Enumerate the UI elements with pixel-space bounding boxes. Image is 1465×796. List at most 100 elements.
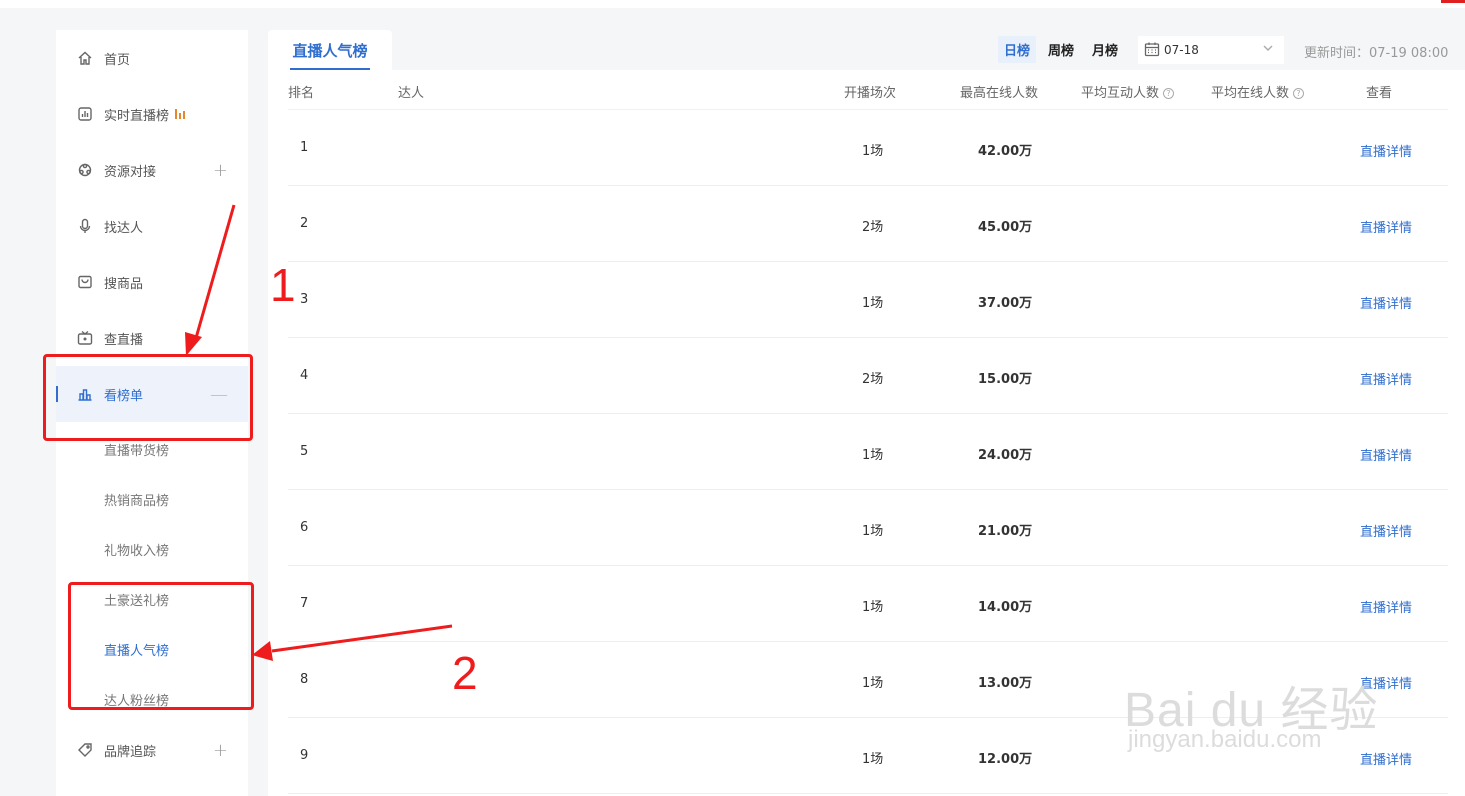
live-details-link[interactable]: 直播详情 xyxy=(1360,673,1412,692)
rank-cell: 4 xyxy=(300,368,309,383)
live-details-link[interactable]: 直播详情 xyxy=(1360,293,1412,312)
update-time: 更新时间：07-19 08:00 xyxy=(1304,46,1449,61)
sidebar-item-home[interactable]: 首页 xyxy=(56,30,248,86)
column-header-influencer[interactable]: 达人 xyxy=(398,82,424,101)
date-value: 07-18 xyxy=(1164,43,1199,57)
column-header-avg-interact[interactable]: 平均互动人数? xyxy=(1081,82,1175,101)
sidebar-item-find-influencer[interactable]: 找达人 xyxy=(56,198,248,254)
column-header-peak-online[interactable]: 最高在线人数 xyxy=(960,82,1038,101)
tab-monthly[interactable]: 月榜 xyxy=(1086,36,1124,63)
sidebar-item-label: 资源对接 xyxy=(104,164,157,180)
rank-cell: 8 xyxy=(300,672,309,687)
table-row: 5 1场 24.00万 直播详情 xyxy=(288,414,1448,490)
sessions-cell: 1场 xyxy=(862,752,884,767)
sidebar-item-label: 查直播 xyxy=(104,332,144,348)
ranking-table: 排名 达人 开播场次 最高在线人数 平均互动人数? 平均在线人数? 查看 1 1… xyxy=(268,70,1465,796)
tab-daily[interactable]: 日榜 xyxy=(998,36,1037,63)
sidebar-subitem-gift-income[interactable]: 礼物收入榜 xyxy=(104,524,244,574)
chevron-down-icon xyxy=(1262,42,1274,57)
sidebar-item-live-ranking[interactable]: 实时直播榜 xyxy=(56,86,248,142)
calendar-icon xyxy=(1144,41,1160,60)
period-tabs: 日榜 周榜 月榜 xyxy=(998,36,1124,63)
live-details-link[interactable]: 直播详情 xyxy=(1360,445,1412,464)
tv-icon xyxy=(76,329,94,347)
home-icon xyxy=(76,49,94,67)
peak-online-cell: 45.00万 xyxy=(978,220,1033,235)
date-picker[interactable]: 07-18 xyxy=(1138,36,1284,64)
table-row: 3 1场 37.00万 直播详情 xyxy=(288,262,1448,338)
rank-cell: 5 xyxy=(300,444,309,459)
live-details-link[interactable]: 直播详情 xyxy=(1360,217,1412,236)
sessions-cell: 1场 xyxy=(862,600,884,615)
rank-cell: 7 xyxy=(300,596,309,611)
table-row: 4 2场 15.00万 直播详情 xyxy=(288,338,1448,414)
microphone-icon xyxy=(76,217,94,235)
sessions-cell: 1场 xyxy=(862,296,884,311)
annotation-box-popularity xyxy=(68,582,254,710)
column-header-avg-online[interactable]: 平均在线人数? xyxy=(1211,82,1305,101)
table-header: 排名 达人 开播场次 最高在线人数 平均互动人数? 平均在线人数? 查看 xyxy=(288,70,1448,110)
sessions-cell: 1场 xyxy=(862,676,884,691)
bag-icon xyxy=(76,273,94,291)
table-row: 2 2场 45.00万 直播详情 xyxy=(288,186,1448,262)
sidebar-subitem-hot-products[interactable]: 热销商品榜 xyxy=(104,474,244,524)
live-details-link[interactable]: 直播详情 xyxy=(1360,141,1412,160)
rank-cell: 3 xyxy=(300,292,309,307)
peak-online-cell: 14.00万 xyxy=(978,600,1033,615)
live-details-link[interactable]: 直播详情 xyxy=(1360,749,1412,768)
annotation-step-1: 1 xyxy=(270,259,296,311)
peak-online-cell: 37.00万 xyxy=(978,296,1033,311)
tab-live-popularity[interactable]: 直播人气榜 xyxy=(268,30,392,70)
rank-cell: 9 xyxy=(300,748,309,763)
table-row: 1 1场 42.00万 直播详情 xyxy=(288,110,1448,186)
sidebar-item-brand-tracking[interactable]: 品牌追踪 + xyxy=(56,722,248,778)
rank-cell: 6 xyxy=(300,520,309,535)
tab-label: 直播人气榜 xyxy=(292,41,368,60)
ranking-toolbar: 直播人气榜 日榜 周榜 月榜 07-18 更新时间：07-19 08:00 xyxy=(268,30,1465,70)
sidebar-item-search-products[interactable]: 搜商品 xyxy=(56,254,248,310)
resource-icon xyxy=(76,161,94,179)
sidebar-item-label: 搜商品 xyxy=(104,276,144,292)
table-row: 7 1场 14.00万 直播详情 xyxy=(288,566,1448,642)
column-header-label: 平均互动人数 xyxy=(1081,86,1160,101)
corner-mark xyxy=(1441,0,1465,3)
sidebar-item-label: 找达人 xyxy=(104,220,144,236)
peak-online-cell: 24.00万 xyxy=(978,448,1033,463)
tab-weekly[interactable]: 周榜 xyxy=(1042,36,1080,63)
annotation-step-2: 2 xyxy=(452,647,478,699)
peak-online-cell: 42.00万 xyxy=(978,144,1033,159)
rank-cell: 1 xyxy=(300,140,309,155)
sessions-cell: 2场 xyxy=(862,220,884,235)
top-strip xyxy=(0,0,1465,8)
live-indicator-icon xyxy=(175,109,186,119)
column-header-view: 查看 xyxy=(1366,86,1393,101)
column-header-rank[interactable]: 排名 xyxy=(288,82,314,101)
sidebar-item-label: 品牌追踪 xyxy=(104,744,157,760)
peak-online-cell: 15.00万 xyxy=(978,372,1033,387)
expand-plus-icon[interactable]: + xyxy=(213,160,228,181)
sidebar-item-resources[interactable]: 资源对接 + xyxy=(56,142,248,198)
expand-plus-icon[interactable]: + xyxy=(213,740,228,761)
peak-online-cell: 12.00万 xyxy=(978,752,1033,767)
peak-online-cell: 13.00万 xyxy=(978,676,1033,691)
sessions-cell: 1场 xyxy=(862,448,884,463)
sidebar-item-label: 实时直播榜 xyxy=(104,108,170,124)
table-row: 6 1场 21.00万 直播详情 xyxy=(288,490,1448,566)
sessions-cell: 1场 xyxy=(862,524,884,539)
sessions-cell: 2场 xyxy=(862,372,884,387)
help-icon[interactable]: ? xyxy=(1293,88,1305,99)
sidebar-item-label: 首页 xyxy=(104,52,131,68)
live-details-link[interactable]: 直播详情 xyxy=(1360,521,1412,540)
rank-cell: 2 xyxy=(300,216,309,231)
column-header-label: 平均在线人数 xyxy=(1211,86,1290,101)
help-icon[interactable]: ? xyxy=(1163,88,1175,99)
live-details-link[interactable]: 直播详情 xyxy=(1360,597,1412,616)
live-details-link[interactable]: 直播详情 xyxy=(1360,369,1412,388)
peak-online-cell: 21.00万 xyxy=(978,524,1033,539)
annotation-box-rankings xyxy=(43,354,253,441)
table-row: 9 1场 12.00万 直播详情 xyxy=(288,718,1448,794)
tag-icon xyxy=(76,741,94,759)
live-chart-icon xyxy=(76,105,94,123)
sessions-cell: 1场 xyxy=(862,144,884,159)
column-header-sessions[interactable]: 开播场次 xyxy=(844,82,896,101)
